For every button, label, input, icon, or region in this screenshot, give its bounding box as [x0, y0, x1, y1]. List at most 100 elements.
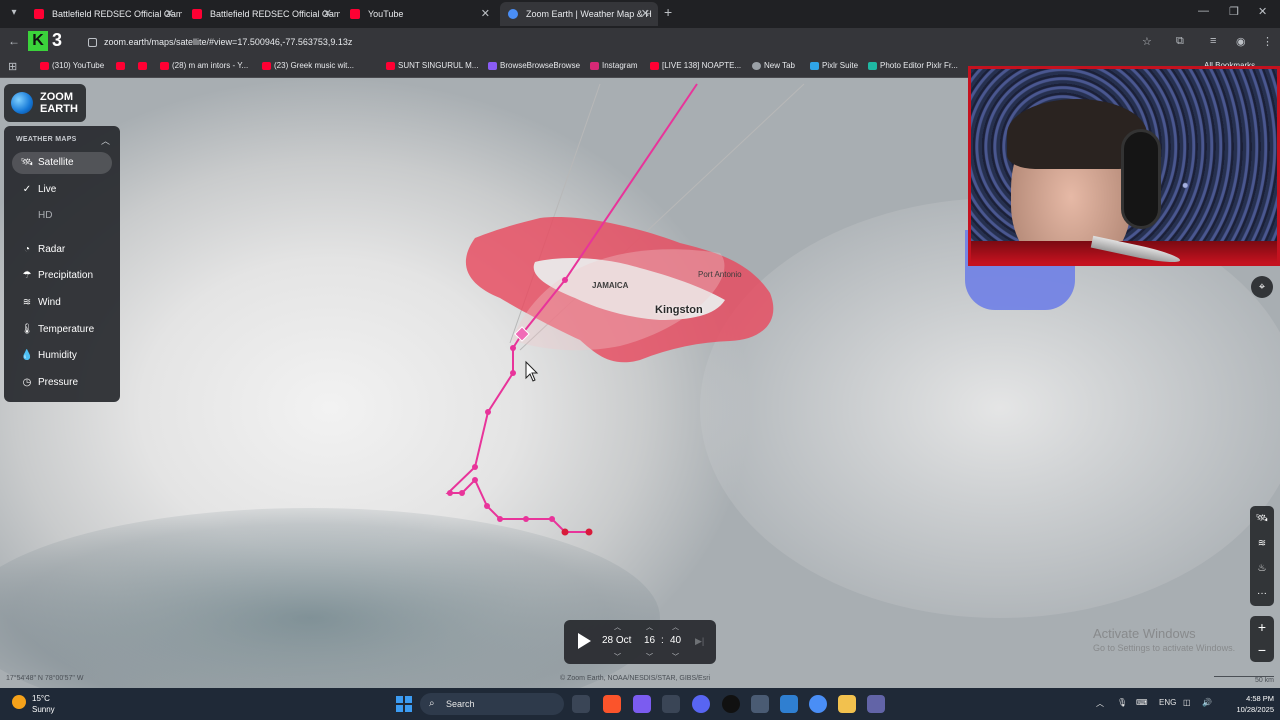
chrome-icon[interactable]: [809, 695, 827, 713]
bookmark-item[interactable]: BrowseBrowseBrowse: [488, 60, 580, 72]
weather-temp: 15°C: [32, 694, 50, 703]
hour-value[interactable]: 16: [644, 635, 655, 646]
close-tab-icon[interactable]: ✕: [481, 2, 490, 26]
globe-icon: [752, 62, 761, 70]
tab-search-icon[interactable]: ▾: [6, 5, 22, 21]
keyboard-icon[interactable]: ⌨: [1136, 698, 1148, 707]
bookmark-item[interactable]: (28) m am intors - Y...: [160, 60, 248, 72]
language-indicator[interactable]: ENG: [1159, 698, 1176, 707]
media-control-icon[interactable]: ≡: [1210, 35, 1216, 47]
zoom-out-icon[interactable]: −: [1250, 639, 1274, 662]
close-tab-icon[interactable]: ✕: [641, 2, 650, 26]
back-arrow-icon[interactable]: ←: [8, 34, 20, 48]
tab-title: Zoom Earth | Weather Map & H: [526, 9, 652, 19]
skip-to-end-icon[interactable]: ▶|: [695, 636, 704, 647]
minute-down-chevron-icon[interactable]: ﹀: [672, 652, 679, 662]
tray-chevron-icon[interactable]: ︿: [1096, 698, 1104, 709]
windows-start-icon[interactable]: [396, 696, 412, 712]
map-attribution[interactable]: © Zoom Earth, NOAA/NESDIS/STAR, GIBS/Esr…: [560, 675, 710, 682]
hour-down-chevron-icon[interactable]: ﹀: [646, 652, 653, 662]
bookmark-item[interactable]: Pixlr Suite: [810, 60, 858, 72]
bookmark-item[interactable]: Instagram: [590, 60, 638, 72]
track-point: [485, 409, 491, 415]
collapse-chevron-icon[interactable]: ︿: [101, 134, 110, 147]
discord-icon[interactable]: [692, 695, 710, 713]
sun-icon: [12, 695, 26, 709]
zoom-in-icon[interactable]: +: [1250, 616, 1274, 639]
instagram-icon: [590, 62, 599, 70]
track-point: [561, 528, 569, 536]
browser-tab-active[interactable]: Zoom Earth | Weather Map & H ✕: [500, 2, 658, 26]
teams-icon[interactable]: [867, 695, 885, 713]
wind-tool-icon[interactable]: ≋: [1250, 531, 1274, 556]
file-explorer-icon[interactable]: [838, 695, 856, 713]
apps-grid-icon[interactable]: ⊞: [8, 60, 17, 73]
date-down-chevron-icon[interactable]: ﹀: [614, 652, 621, 662]
copilot-icon[interactable]: [633, 695, 651, 713]
bookmark-star-icon[interactable]: ☆: [1142, 35, 1152, 48]
layer-hd[interactable]: HD: [12, 205, 112, 227]
app-icon[interactable]: [662, 695, 680, 713]
layer-precipitation[interactable]: ☂ Precipitation: [12, 265, 112, 287]
check-icon: ✓: [22, 184, 32, 195]
bookmark-item[interactable]: (310) YouTube: [40, 60, 104, 72]
locate-me-icon[interactable]: ⌖: [1251, 276, 1273, 298]
new-tab-icon[interactable]: +: [664, 4, 672, 20]
more-tools-icon[interactable]: ···: [1250, 581, 1274, 606]
fire-tool-icon[interactable]: ♨: [1250, 556, 1274, 581]
weather-widget[interactable]: 15°C Sunny: [12, 693, 55, 715]
app-icon[interactable]: [780, 695, 798, 713]
bookmark-item[interactable]: (23) Greek music wit...: [262, 60, 354, 72]
obs-icon[interactable]: [722, 695, 740, 713]
precipitation-icon: ☂: [22, 270, 32, 281]
profile-avatar-icon[interactable]: ◉: [1236, 35, 1246, 48]
satellite-tool-icon[interactable]: 🛰: [1250, 506, 1274, 531]
hour-up-chevron-icon[interactable]: ︿: [646, 622, 653, 632]
pixlr-icon: [810, 62, 819, 70]
clock-date: 10/28/2025: [1236, 705, 1274, 714]
address-bar[interactable]: zoom.earth/maps/satellite/#view=17.50094…: [104, 33, 352, 51]
zoom-earth-logo[interactable]: ZOOM EARTH: [4, 84, 86, 122]
close-window-icon[interactable]: ✕: [1258, 5, 1267, 18]
layer-radar[interactable]: ◔ Radar: [12, 239, 112, 261]
layer-humidity[interactable]: 💧 Humidity: [12, 345, 112, 367]
bookmark-item[interactable]: SUNT SINGURUL M...: [386, 60, 478, 72]
layer-wind[interactable]: ≋ Wind: [12, 292, 112, 314]
task-view-icon[interactable]: [572, 695, 590, 713]
zoom-earth-favicon-icon: [508, 9, 518, 19]
play-icon[interactable]: [578, 633, 591, 649]
restore-icon[interactable]: ❐: [1229, 5, 1239, 18]
close-tab-icon[interactable]: ✕: [165, 2, 174, 26]
kebab-menu-icon[interactable]: ⋮: [1262, 35, 1273, 48]
layer-live[interactable]: ✓ Live: [12, 179, 112, 201]
k3-number: 3: [52, 30, 63, 50]
network-icon[interactable]: ◫: [1183, 698, 1191, 707]
date-value[interactable]: 28 Oct: [602, 635, 631, 646]
brave-browser-icon[interactable]: [603, 695, 621, 713]
layer-temperature[interactable]: 🌡 Temperature: [12, 319, 112, 341]
calculator-icon[interactable]: [751, 695, 769, 713]
extensions-icon[interactable]: ⧉: [1176, 35, 1184, 48]
track-point: [447, 490, 453, 496]
volume-icon[interactable]: 🔊: [1202, 698, 1212, 707]
minimize-icon[interactable]: —: [1198, 5, 1209, 17]
bookmark-item[interactable]: Photo Editor Pixlr Fr...: [868, 60, 958, 72]
minute-value[interactable]: 40: [670, 635, 681, 646]
layer-pressure[interactable]: ◷ Pressure: [12, 372, 112, 394]
browser-tab[interactable]: YouTube ✕: [342, 2, 498, 26]
site-info-icon[interactable]: [88, 38, 97, 47]
microphone-icon[interactable]: 🎙: [1117, 698, 1127, 707]
satellite-icon: 🛰: [20, 157, 34, 168]
minute-up-chevron-icon[interactable]: ︿: [672, 622, 679, 632]
browser-tab[interactable]: Battlefield REDSEC Official Gam ✕: [26, 2, 182, 26]
system-clock[interactable]: 4:58 PM 10/28/2025: [1224, 693, 1274, 715]
close-tab-icon[interactable]: ✕: [323, 2, 332, 26]
browser-tab[interactable]: Battlefield REDSEC Official Gam ✕: [184, 2, 340, 26]
bookmark-item[interactable]: [LIVE 138] NOAPTE...: [650, 60, 741, 72]
map-tools: 🛰 ≋ ♨ ···: [1250, 506, 1274, 606]
taskbar-search[interactable]: ⌕ Search: [420, 693, 564, 715]
date-up-chevron-icon[interactable]: ︿: [614, 622, 621, 632]
bookmark-item[interactable]: New Tab: [752, 60, 795, 72]
activate-windows-watermark: Activate Windows: [1093, 626, 1196, 641]
layer-satellite[interactable]: 🛰 Satellite: [12, 152, 112, 174]
